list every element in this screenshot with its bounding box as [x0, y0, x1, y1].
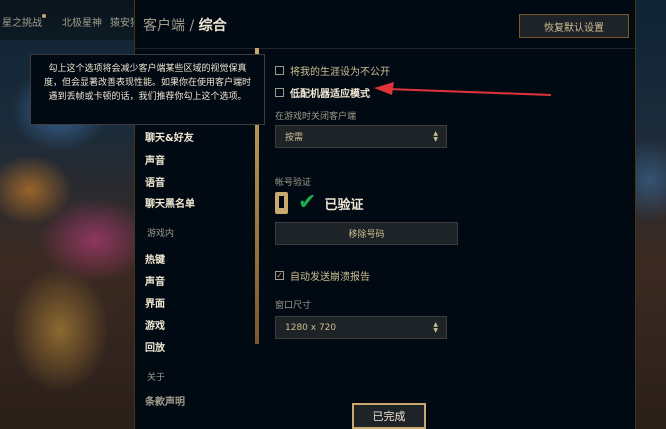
annotation-arrow-head	[374, 82, 394, 95]
annotation-arrow-line	[387, 88, 552, 96]
annotation-arrow	[374, 82, 552, 96]
